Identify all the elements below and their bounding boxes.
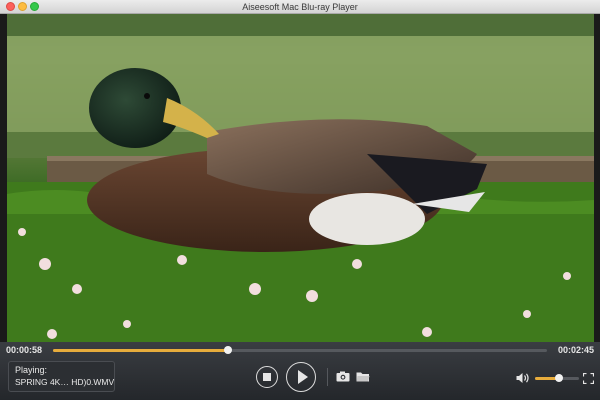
progress-knob[interactable] bbox=[224, 346, 233, 354]
playing-file-name: SPRING 4K… HD)0.WMV bbox=[15, 377, 115, 387]
total-time: 00:02:45 bbox=[557, 345, 594, 355]
play-icon bbox=[297, 370, 308, 384]
stop-button[interactable] bbox=[256, 366, 278, 388]
title-bar: Aiseesoft Mac Blu-ray Player bbox=[0, 0, 600, 14]
current-time: 00:00:58 bbox=[6, 345, 43, 355]
camera-icon[interactable] bbox=[336, 371, 350, 382]
video-frame[interactable] bbox=[7, 14, 594, 342]
video-scene-image bbox=[7, 14, 594, 342]
window-title: Aiseesoft Mac Blu-ray Player bbox=[242, 2, 358, 12]
now-playing-box: Playing: SPRING 4K… HD)0.WMV bbox=[8, 361, 115, 392]
progress-slider[interactable] bbox=[53, 346, 547, 354]
folder-icon[interactable] bbox=[356, 371, 370, 382]
control-bar: 00:00:58 00:02:45 Playing: SPRING 4K… HD… bbox=[0, 342, 600, 400]
progress-fill bbox=[53, 349, 229, 352]
stop-icon bbox=[263, 373, 271, 381]
volume-knob[interactable] bbox=[555, 374, 564, 382]
playing-label: Playing: bbox=[15, 365, 48, 375]
fullscreen-icon[interactable] bbox=[583, 373, 594, 384]
speaker-icon[interactable] bbox=[516, 372, 530, 384]
volume-slider[interactable] bbox=[535, 374, 579, 382]
divider bbox=[327, 368, 328, 386]
play-button[interactable] bbox=[286, 362, 316, 392]
